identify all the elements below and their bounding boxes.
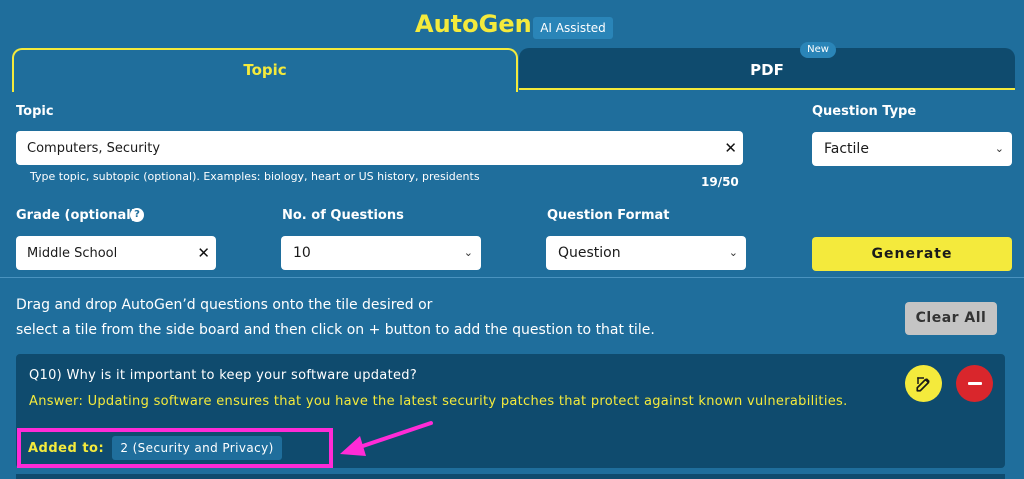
question-type-select[interactable]: Factile ⌄ (812, 132, 1012, 166)
grade-input-value: Middle School (27, 245, 118, 261)
clear-all-button[interactable]: Clear All (905, 302, 997, 335)
minus-icon (967, 382, 982, 385)
question-format-label: Question Format (547, 208, 670, 223)
num-questions-value: 10 (293, 245, 311, 261)
grade-input[interactable]: Middle School ✕ (16, 236, 216, 270)
num-questions-select[interactable]: 10 ⌄ (281, 236, 481, 270)
tab-pdf[interactable]: PDF (519, 48, 1015, 90)
topic-hint: Type topic, subtopic (optional). Example… (30, 170, 480, 183)
topic-input-value: Computers, Security (27, 140, 161, 156)
clear-x-icon[interactable]: ✕ (724, 139, 737, 157)
tab-topic[interactable]: Topic (12, 48, 518, 92)
grade-label: Grade (optional) (16, 208, 137, 223)
topic-label: Topic (16, 104, 54, 119)
instructions-line-2: select a tile from the side board and th… (16, 322, 655, 338)
question-type-label: Question Type (812, 104, 917, 119)
edit-pencil-icon (915, 376, 930, 392)
next-card-edge (16, 474, 1005, 479)
help-icon[interactable]: ? (130, 208, 144, 222)
question-format-select[interactable]: Question ⌄ (546, 236, 746, 270)
chevron-down-icon: ⌄ (463, 245, 473, 259)
clear-x-icon[interactable]: ✕ (197, 244, 210, 262)
generate-button[interactable]: Generate (812, 237, 1012, 271)
app-title: AutoGen (415, 10, 532, 38)
added-to-label: Added to: (28, 441, 105, 456)
topic-input[interactable]: Computers, Security ✕ (16, 131, 743, 165)
instructions-line-1: Drag and drop AutoGen’d questions onto t… (16, 297, 433, 313)
section-divider (0, 277, 1024, 278)
remove-button[interactable] (956, 365, 993, 402)
chevron-down-icon: ⌄ (728, 245, 738, 259)
new-badge: New (800, 42, 836, 58)
num-questions-label: No. of Questions (282, 208, 404, 223)
question-format-value: Question (558, 245, 621, 261)
added-to-tile-chip[interactable]: 2 (Security and Privacy) (112, 436, 282, 460)
annotation-arrow-icon (340, 421, 433, 456)
chevron-down-icon: ⌄ (994, 141, 1004, 155)
answer-text: Answer: Updating software ensures that y… (29, 394, 848, 409)
edit-button[interactable] (905, 365, 942, 402)
topic-char-counter: 19/50 (701, 175, 739, 189)
question-text: Q10) Why is it important to keep your so… (29, 368, 418, 383)
question-type-value: Factile (824, 141, 869, 157)
ai-assisted-badge: AI Assisted (533, 17, 613, 39)
